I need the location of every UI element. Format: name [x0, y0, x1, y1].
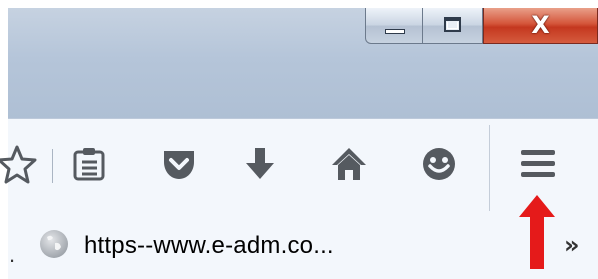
- hamburger-menu-icon: [519, 147, 557, 181]
- star-icon: [0, 144, 37, 184]
- pocket-button[interactable]: [156, 141, 202, 187]
- home-button[interactable]: [326, 141, 372, 187]
- download-icon: [243, 146, 277, 182]
- navigation-toolbar: . https--www.e-adm.co... »: [0, 118, 598, 279]
- reading-list-icon: [72, 146, 106, 182]
- downloads-button[interactable]: [237, 141, 283, 187]
- toolbar-separator: [489, 125, 490, 211]
- close-button[interactable]: X: [483, 8, 598, 44]
- bookmarks-overflow-chevron-icon[interactable]: »: [564, 231, 580, 259]
- close-icon: X: [531, 11, 550, 39]
- toolbar-icons-row: [0, 119, 598, 211]
- open-menu-button[interactable]: [515, 141, 561, 187]
- minimize-icon: [385, 29, 405, 34]
- feedback-button[interactable]: [416, 141, 462, 187]
- smiley-icon: [421, 146, 457, 182]
- minimize-button[interactable]: [365, 8, 423, 44]
- maximize-button[interactable]: [423, 8, 483, 44]
- truncated-bookmark[interactable]: .: [9, 244, 15, 266]
- bookmarks-toolbar: . https--www.e-adm.co... »: [8, 211, 598, 279]
- toolbar-separator: [52, 149, 53, 183]
- bookmarks-menu-button[interactable]: [66, 141, 112, 187]
- home-icon: [330, 146, 368, 182]
- bookmark-star-button[interactable]: [0, 141, 40, 187]
- bookmark-link[interactable]: https--www.e-adm.co...: [84, 232, 334, 260]
- globe-icon: [38, 228, 70, 260]
- pocket-icon: [161, 147, 197, 181]
- maximize-icon: [444, 17, 461, 32]
- red-arrow-annotation: [517, 193, 557, 271]
